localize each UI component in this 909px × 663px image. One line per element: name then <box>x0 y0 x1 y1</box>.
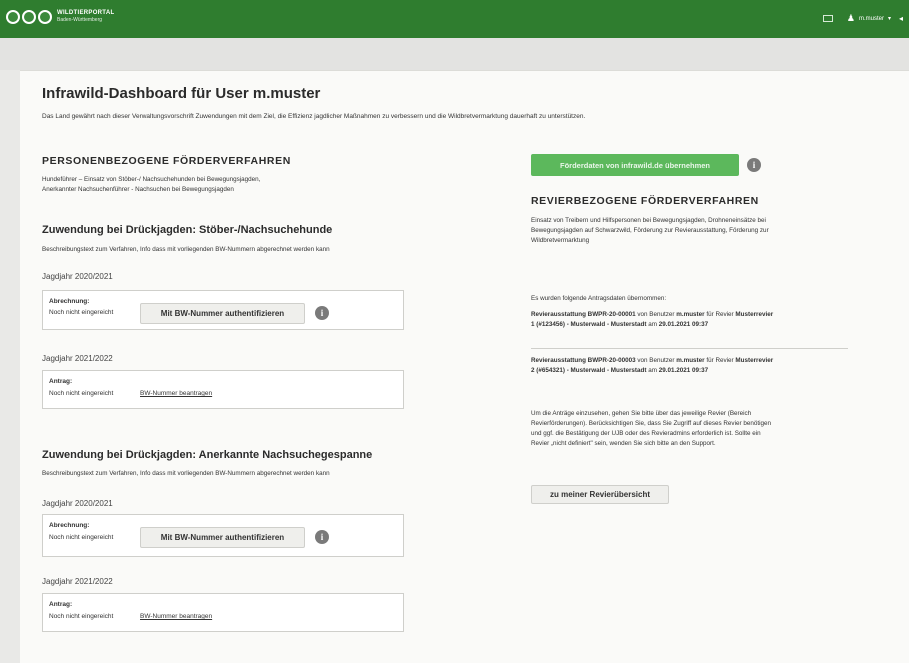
hunting-year: Jagdjahr 2021/2022 <box>42 577 113 586</box>
page-title: Infrawild-Dashboard für User m.muster <box>42 85 321 102</box>
revier-desc-line: Bewegungsjagden auf Schwarzwild, Förderu… <box>531 227 769 234</box>
entry-date: 29.01.2021 09:37 <box>658 367 709 374</box>
procedure-title: Zuwendung bei Drückjagden: Anerkannte Na… <box>42 449 373 461</box>
application-label: Antrag: <box>49 601 73 608</box>
personal-desc-line: Hundeführer – Einsatz von Stöber-/ Nachs… <box>42 176 261 183</box>
entry-revier: Musterrevier <box>735 311 774 318</box>
page-intro: Das Land gewährt nach dieser Verwaltungs… <box>42 113 586 120</box>
request-bw-number-link[interactable]: BW-Nummer beantragen <box>140 613 212 620</box>
mail-icon[interactable] <box>822 15 833 22</box>
procedure-description: Beschreibungstext zum Verfahren, Info da… <box>42 246 330 253</box>
chevron-down-icon[interactable]: ▾ <box>888 15 891 22</box>
entry-line: Revierausstattung BWPR-20-00003 von Benu… <box>531 357 774 364</box>
procedure-description: Beschreibungstext zum Verfahren, Info da… <box>42 470 330 477</box>
user-area: ♟ m.muster ▾ ◂ <box>822 13 903 24</box>
billing-label: Abrechnung: <box>49 522 90 529</box>
entry-line: 2 (#654321) - Musterwald - Musterstadt a… <box>531 367 709 374</box>
imported-entry: Revierausstattung BWPR-20-00001 von Benu… <box>531 310 851 330</box>
user-menu[interactable]: m.muster <box>859 16 884 22</box>
info-icon[interactable]: i <box>315 530 329 544</box>
request-bw-number-link[interactable]: BW-Nummer beantragen <box>140 390 212 397</box>
billing-label: Abrechnung: <box>49 298 90 305</box>
billing-box: Abrechnung: Noch nicht eingereicht Mit B… <box>42 290 404 330</box>
info-icon[interactable]: i <box>315 306 329 320</box>
entry-divider <box>531 348 848 349</box>
revier-section-title: REVIERBEZOGENE FÖRDERVERFAHREN <box>531 195 759 207</box>
personal-description: Hundeführer – Einsatz von Stöber-/ Nachs… <box>42 175 260 195</box>
revier-desc-line: Wildbretvermarktung <box>531 237 590 244</box>
arrow-icon[interactable]: ◂ <box>899 14 903 23</box>
brand-logo[interactable]: WILDTIERPORTAL Baden-Württemberg <box>6 10 114 24</box>
info-icon[interactable]: i <box>747 158 761 172</box>
authenticate-bw-number-button[interactable]: Mit BW-Nummer authentifizieren <box>140 303 305 324</box>
entry-user: m.muster <box>676 311 705 318</box>
personal-section-title: PERSONENBEZOGENE FÖRDERVERFAHREN <box>42 155 291 167</box>
application-label: Antrag: <box>49 378 73 385</box>
hunting-year: Jagdjahr 2020/2021 <box>42 272 113 281</box>
procedure-title: Zuwendung bei Drückjagden: Stöber-/Nachs… <box>42 224 333 236</box>
imported-entry: Revierausstattung BWPR-20-00003 von Benu… <box>531 356 851 376</box>
hint-line: Um die Anträge einzusehen, gehen Sie bit… <box>531 410 752 417</box>
billing-status: Noch nicht eingereicht <box>49 309 114 316</box>
access-hint: Um die Anträge einzusehen, gehen Sie bit… <box>531 409 771 449</box>
hint-line: Revierförderungen). Berücksichtigen Sie,… <box>531 420 771 427</box>
application-box: Antrag: Noch nicht eingereicht BW-Nummer… <box>42 370 404 409</box>
application-status: Noch nicht eingereicht <box>49 613 114 620</box>
entry-date: 29.01.2021 09:37 <box>658 321 709 328</box>
application-box: Antrag: Noch nicht eingereicht BW-Nummer… <box>42 593 404 632</box>
user-icon: ♟ <box>846 13 855 23</box>
top-navigation-bar: WILDTIERPORTAL Baden-Württemberg ♟ m.mus… <box>0 0 909 38</box>
hunting-year: Jagdjahr 2021/2022 <box>42 354 113 363</box>
revier-desc-line: Einsatz von Treibern und Hilfspersonen b… <box>531 217 766 224</box>
entry-id: Revierausstattung BWPR-20-00003 <box>531 357 636 364</box>
billing-status: Noch nicht eingereicht <box>49 534 114 541</box>
hint-line: und ggf. die Bestätigung der UJB oder de… <box>531 430 761 437</box>
billing-box: Abrechnung: Noch nicht eingereicht Mit B… <box>42 514 404 557</box>
sub-band <box>0 38 909 70</box>
entry-line: 1 (#123456) - Musterwald - Musterstadt a… <box>531 321 709 328</box>
brand-title: WILDTIERPORTAL <box>57 10 115 16</box>
brand-subtitle: Baden-Württemberg <box>57 17 103 23</box>
hint-line: Revier „nicht definiert" sein, wenden Si… <box>531 440 716 447</box>
hunting-year: Jagdjahr 2020/2021 <box>42 499 113 508</box>
entry-revier: Musterrevier <box>735 357 774 364</box>
entry-line: Revierausstattung BWPR-20-00001 von Benu… <box>531 311 774 318</box>
brand-text: WILDTIERPORTAL Baden-Württemberg <box>57 10 114 24</box>
import-note: Es wurden folgende Antragsdaten übernomm… <box>531 295 667 302</box>
import-funding-data-button[interactable]: Förderdaten von infrawild.de übernehmen <box>531 154 739 176</box>
revier-overview-button[interactable]: zu meiner Revierübersicht <box>531 485 669 504</box>
authenticate-bw-number-button[interactable]: Mit BW-Nummer authentifizieren <box>140 527 305 548</box>
personal-desc-line: Anerkannter Nachsuchenführer - Nachsuche… <box>42 186 234 193</box>
revier-description: Einsatz von Treibern und Hilfspersonen b… <box>531 216 769 246</box>
dashboard-panel: Infrawild-Dashboard für User m.muster Da… <box>20 70 909 663</box>
logo-circles-icon <box>6 10 52 24</box>
application-status: Noch nicht eingereicht <box>49 390 114 397</box>
entry-user: m.muster <box>676 357 705 364</box>
entry-id: Revierausstattung BWPR-20-00001 <box>531 311 636 318</box>
